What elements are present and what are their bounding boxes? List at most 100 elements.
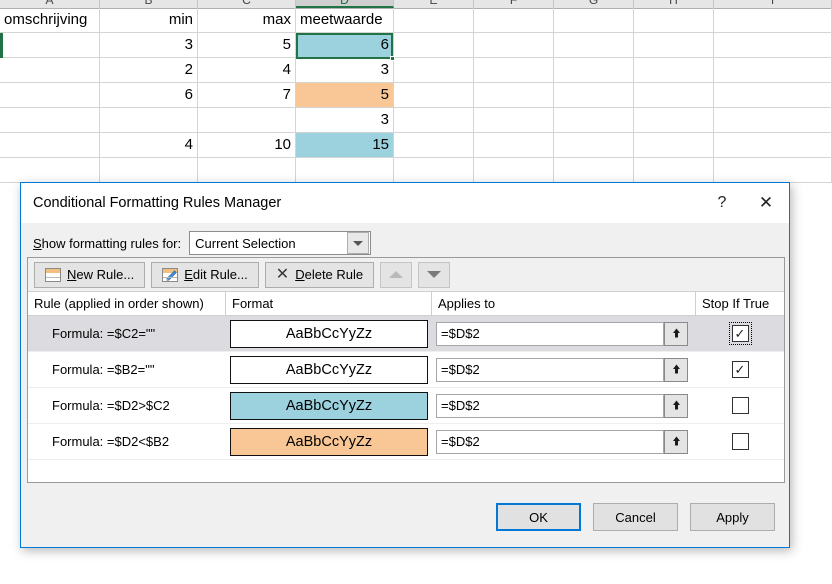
- delete-rule-button[interactable]: ✕ Delete Rule: [264, 261, 375, 288]
- move-rule-down-button[interactable]: [418, 261, 451, 288]
- cell-G6[interactable]: [554, 133, 634, 157]
- stop-if-true-checkbox[interactable]: [731, 397, 749, 414]
- cell-E5[interactable]: [394, 108, 474, 132]
- cell-F5[interactable]: [474, 108, 554, 132]
- applies-to-input[interactable]: =$D$2: [436, 429, 664, 454]
- cell-H7[interactable]: [634, 158, 714, 182]
- cell-C1[interactable]: max: [198, 8, 296, 32]
- cell-G1[interactable]: [554, 8, 634, 32]
- cell-G3[interactable]: [554, 58, 634, 82]
- cell-E4[interactable]: [394, 83, 474, 107]
- cell-D6[interactable]: 15: [296, 133, 394, 157]
- range-selector-icon[interactable]: [664, 393, 688, 418]
- fill-handle[interactable]: [390, 56, 395, 61]
- rule-row[interactable]: Formula: =$C2="" AaBbCcYyZz =$D$2 ✓: [28, 316, 784, 352]
- cell-C6[interactable]: 10: [198, 133, 296, 157]
- cell-C7[interactable]: [198, 158, 296, 182]
- cell-B2[interactable]: 3: [100, 33, 198, 57]
- cell-H1[interactable]: [634, 8, 714, 32]
- apply-button[interactable]: Apply: [690, 503, 775, 531]
- cell-A1[interactable]: omschrijving: [0, 8, 100, 32]
- rule-row[interactable]: Formula: =$D2>$C2 AaBbCcYyZz =$D$2: [28, 388, 784, 424]
- applies-to-input[interactable]: =$D$2: [436, 357, 664, 382]
- cell-D3[interactable]: 3: [296, 58, 394, 82]
- cell-F6[interactable]: [474, 133, 554, 157]
- sheet-row-2[interactable]: 356: [0, 33, 832, 58]
- applies-to-input[interactable]: =$D$2: [436, 393, 664, 418]
- column-header-i[interactable]: I: [714, 0, 832, 8]
- cell-I6[interactable]: [714, 133, 832, 157]
- cell-F3[interactable]: [474, 58, 554, 82]
- stop-if-true-checkbox-wrapper[interactable]: ✓: [728, 322, 752, 345]
- cell-C5[interactable]: [198, 108, 296, 132]
- cell-D7[interactable]: [296, 158, 394, 182]
- sheet-row-7[interactable]: [0, 158, 832, 183]
- sheet-row-1[interactable]: omschrijving min max meetwaarde: [0, 8, 832, 33]
- stop-if-true-checkbox[interactable]: ✓: [731, 325, 749, 342]
- applies-to-input[interactable]: =$D$2: [436, 321, 664, 346]
- range-selector-icon[interactable]: [664, 321, 688, 346]
- column-header-b[interactable]: B: [100, 0, 198, 8]
- cell-G4[interactable]: [554, 83, 634, 107]
- cell-I7[interactable]: [714, 158, 832, 182]
- cell-I4[interactable]: [714, 83, 832, 107]
- cell-H6[interactable]: [634, 133, 714, 157]
- close-icon[interactable]: ✕: [743, 184, 789, 222]
- stop-if-true-checkbox[interactable]: ✓: [731, 361, 749, 378]
- cell-B1[interactable]: min: [100, 8, 198, 32]
- cell-H3[interactable]: [634, 58, 714, 82]
- cell-A4[interactable]: [0, 83, 100, 107]
- move-rule-up-button[interactable]: [380, 261, 413, 288]
- cell-E2[interactable]: [394, 33, 474, 57]
- stop-if-true-checkbox-wrapper[interactable]: [730, 395, 751, 416]
- rules-list[interactable]: Formula: =$C2="" AaBbCcYyZz =$D$2 ✓ Formula:…: [28, 316, 784, 460]
- cell-B4[interactable]: 6: [100, 83, 198, 107]
- chevron-down-icon[interactable]: [347, 232, 370, 254]
- cell-H5[interactable]: [634, 108, 714, 132]
- column-header-c[interactable]: C: [198, 0, 296, 8]
- cell-F1[interactable]: [474, 8, 554, 32]
- cell-E1[interactable]: [394, 8, 474, 32]
- cell-B6[interactable]: 4: [100, 133, 198, 157]
- cell-E3[interactable]: [394, 58, 474, 82]
- column-header-e[interactable]: E: [394, 0, 474, 8]
- cell-C2[interactable]: 5: [198, 33, 296, 57]
- cell-D4[interactable]: 5: [296, 83, 394, 107]
- range-selector-icon[interactable]: [664, 429, 688, 454]
- cell-H2[interactable]: [634, 33, 714, 57]
- sheet-row-6[interactable]: 4 10 15: [0, 133, 832, 158]
- sheet-row-3[interactable]: 243: [0, 58, 832, 83]
- cell-B3[interactable]: 2: [100, 58, 198, 82]
- conditional-formatting-rules-manager-dialog[interactable]: Conditional Formatting Rules Manager ? ✕…: [20, 182, 790, 548]
- stop-if-true-checkbox-wrapper[interactable]: [730, 431, 751, 452]
- cell-I3[interactable]: [714, 58, 832, 82]
- show-rules-dropdown[interactable]: Current Selection: [189, 231, 372, 255]
- cell-A6[interactable]: [0, 133, 100, 157]
- cell-D1[interactable]: meetwaarde: [296, 8, 394, 32]
- sheet-row-4[interactable]: 675: [0, 83, 832, 108]
- cell-F4[interactable]: [474, 83, 554, 107]
- cell-I1[interactable]: [714, 8, 832, 32]
- cancel-button[interactable]: Cancel: [593, 503, 678, 531]
- help-icon[interactable]: ?: [701, 184, 743, 222]
- cell-G2[interactable]: [554, 33, 634, 57]
- edit-rule-button[interactable]: Edit Rule...: [151, 261, 259, 288]
- cell-G5[interactable]: [554, 108, 634, 132]
- cell-I5[interactable]: [714, 108, 832, 132]
- rule-row[interactable]: Formula: =$D2<$B2 AaBbCcYyZz =$D$2: [28, 424, 784, 460]
- cell-E7[interactable]: [394, 158, 474, 182]
- sheet-row-5[interactable]: 3: [0, 108, 832, 133]
- cell-A2[interactable]: [0, 33, 100, 57]
- cell-D5[interactable]: 3: [296, 108, 394, 132]
- column-header-f[interactable]: F: [474, 0, 554, 8]
- stop-if-true-checkbox[interactable]: [731, 433, 749, 450]
- new-rule-button[interactable]: New Rule...: [34, 261, 146, 288]
- cell-A3[interactable]: [0, 58, 100, 82]
- column-header-a[interactable]: A: [0, 0, 100, 8]
- cell-F2[interactable]: [474, 33, 554, 57]
- cell-B5[interactable]: [100, 108, 198, 132]
- column-header-g[interactable]: G: [554, 0, 634, 8]
- cell-H4[interactable]: [634, 83, 714, 107]
- range-selector-icon[interactable]: [664, 357, 688, 382]
- column-header-d[interactable]: D: [296, 0, 394, 8]
